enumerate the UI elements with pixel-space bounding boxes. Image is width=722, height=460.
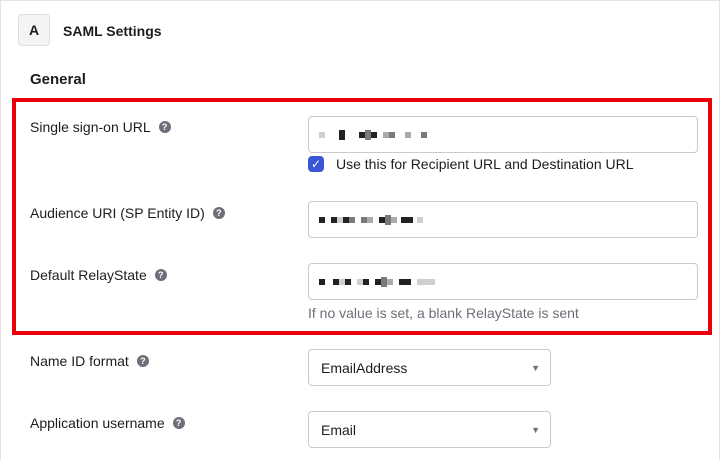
help-icon[interactable]: ? bbox=[212, 207, 225, 219]
help-icon[interactable]: ? bbox=[172, 417, 185, 429]
help-icon[interactable]: ? bbox=[136, 355, 149, 367]
sso-url-label: Single sign-on URL bbox=[30, 119, 151, 135]
audience-uri-input[interactable] bbox=[308, 201, 698, 238]
step-badge: A bbox=[18, 14, 50, 46]
app-username-value: Email bbox=[321, 421, 357, 438]
audience-uri-label-row: Audience URI (SP Entity ID) ? bbox=[30, 205, 225, 221]
checkmark-icon[interactable]: ✓ bbox=[308, 156, 324, 172]
saml-settings-panel: A SAML Settings General Single sign-on U… bbox=[0, 0, 720, 460]
name-id-format-value: EmailAddress bbox=[321, 359, 408, 376]
relay-state-label-row: Default RelayState ? bbox=[30, 267, 167, 283]
help-icon[interactable]: ? bbox=[158, 121, 171, 133]
app-username-label-row: Application username ? bbox=[30, 415, 185, 431]
app-username-label: Application username bbox=[30, 415, 165, 431]
sso-url-label-row: Single sign-on URL ? bbox=[30, 119, 171, 135]
recipient-url-option[interactable]: ✓ Use this for Recipient URL and Destina… bbox=[308, 156, 634, 172]
sso-url-input[interactable] bbox=[308, 116, 698, 153]
relay-state-input[interactable] bbox=[308, 263, 698, 300]
audience-uri-label: Audience URI (SP Entity ID) bbox=[30, 205, 205, 221]
section-title: General bbox=[30, 71, 86, 88]
app-username-select[interactable]: Email ▼ bbox=[308, 411, 551, 448]
help-icon[interactable]: ? bbox=[154, 269, 167, 281]
name-id-label-row: Name ID format ? bbox=[30, 353, 149, 369]
relay-state-hint: If no value is set, a blank RelayState i… bbox=[308, 305, 579, 321]
relay-state-label: Default RelayState bbox=[30, 267, 147, 283]
triangle-down-icon: ▼ bbox=[531, 362, 540, 373]
recipient-url-label: Use this for Recipient URL and Destinati… bbox=[336, 156, 634, 172]
step-title: SAML Settings bbox=[63, 23, 162, 39]
triangle-down-icon: ▼ bbox=[531, 424, 540, 435]
name-id-format-select[interactable]: EmailAddress ▼ bbox=[308, 349, 551, 386]
name-id-format-label: Name ID format bbox=[30, 353, 129, 369]
